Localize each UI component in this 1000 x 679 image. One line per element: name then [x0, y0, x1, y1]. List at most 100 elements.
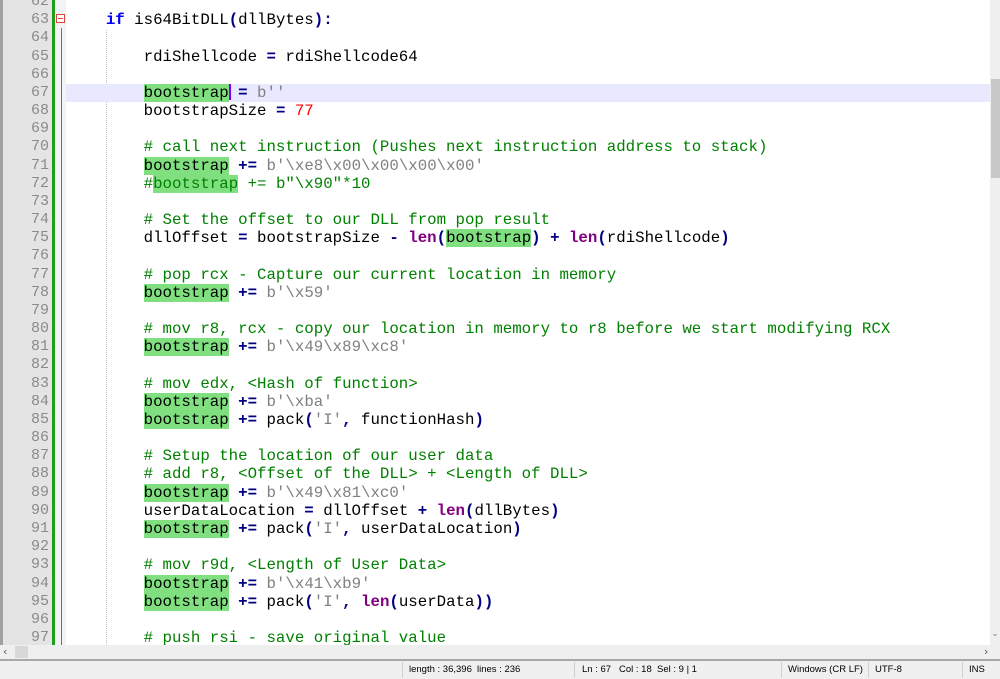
line-number: 80: [30, 320, 49, 338]
code-line[interactable]: 62: [0, 0, 990, 11]
line-code[interactable]: # Set the offset to our DLL from pop res…: [68, 211, 990, 229]
code-line[interactable]: 84 bootstrap += b'\xba': [0, 392, 990, 411]
code-line[interactable]: 89 bootstrap += b'\x49\x81\xc0': [0, 483, 990, 502]
line-code[interactable]: # push rsi - save original value: [68, 629, 990, 645]
code-line[interactable]: 79: [0, 302, 990, 320]
line-code[interactable]: [68, 66, 990, 84]
code-line[interactable]: 66: [0, 66, 990, 84]
code-line[interactable]: 82: [0, 356, 990, 374]
code-token: (: [597, 229, 607, 248]
line-code[interactable]: # mov r9d, <Length of User Data>: [68, 556, 990, 574]
status-encoding[interactable]: UTF-8: [875, 661, 902, 679]
line-code[interactable]: #bootstrap += b"\x90"*10: [68, 174, 990, 193]
line-code[interactable]: if is64BitDLL(dllBytes):: [68, 11, 990, 29]
code-line[interactable]: 96: [0, 611, 990, 629]
line-number: 68: [30, 102, 49, 120]
line-code[interactable]: bootstrap += b'\xe8\x00\x00\x00\x00': [68, 156, 990, 175]
line-code[interactable]: rdiShellcode = rdiShellcode64: [68, 48, 990, 66]
line-code[interactable]: # add r8, <Offset of the DLL> + <Length …: [68, 465, 990, 483]
code-line[interactable]: 73: [0, 193, 990, 211]
line-code[interactable]: bootstrap += b'\x59': [68, 283, 990, 302]
code-line[interactable]: 72 #bootstrap += b"\x90"*10: [0, 174, 990, 193]
line-code[interactable]: [68, 429, 990, 447]
line-code[interactable]: [68, 356, 990, 374]
line-code[interactable]: dllOffset = bootstrapSize - len(bootstra…: [68, 229, 990, 248]
line-code[interactable]: bootstrap += pack('I', functionHash): [68, 410, 990, 429]
code-line[interactable]: 80 # mov r8, rcx - copy our location in …: [0, 320, 990, 338]
code-line[interactable]: 64: [0, 29, 990, 47]
line-code[interactable]: bootstrapSize = 77: [68, 102, 990, 120]
line-code[interactable]: [68, 247, 990, 265]
code-token: ,: [342, 592, 352, 611]
vertical-scroll-thumb[interactable]: [991, 79, 1000, 178]
code-line[interactable]: 94 bootstrap += b'\x41\xb9': [0, 574, 990, 593]
code-editor[interactable]: 62 63 if is64BitDLL(dllBytes): 64 65 rdiShe…: [0, 0, 990, 645]
horizontal-scrollbar[interactable]: ‹ ›: [0, 645, 1000, 659]
code-line[interactable]: 67 bootstrap = b'': [0, 83, 990, 103]
code-line[interactable]: 74 # Set the offset to our DLL from pop …: [0, 211, 990, 229]
fold-collapse-icon[interactable]: [56, 14, 65, 23]
scroll-down-icon[interactable]: ⌄: [990, 629, 1000, 643]
line-code[interactable]: userDataLocation = dllOffset + len(dllBy…: [68, 502, 990, 520]
code-line[interactable]: 93 # mov r9d, <Length of User Data>: [0, 556, 990, 574]
horizontal-scroll-thumb[interactable]: [15, 646, 28, 658]
line-code[interactable]: [68, 29, 990, 47]
status-eol[interactable]: Windows (CR LF): [788, 661, 863, 679]
code-line[interactable]: 92: [0, 538, 990, 556]
code-lines[interactable]: 62 63 if is64BitDLL(dllBytes): 64 65 rdiShe…: [0, 0, 990, 645]
line-code[interactable]: # mov r8, rcx - copy our location in mem…: [68, 320, 990, 338]
scroll-left-icon[interactable]: ‹: [3, 645, 13, 659]
code-line[interactable]: 87 # Setup the location of our user data: [0, 447, 990, 465]
line-number: 63: [30, 11, 49, 29]
code-line[interactable]: 69: [0, 120, 990, 138]
code-token: +=: [238, 283, 258, 302]
line-code[interactable]: [68, 302, 990, 320]
code-line[interactable]: 91 bootstrap += pack('I', userDataLocati…: [0, 519, 990, 538]
scroll-right-icon[interactable]: ›: [984, 645, 996, 659]
line-code[interactable]: bootstrap += pack('I', userDataLocation): [68, 519, 990, 538]
code-token: b'\x41\xb9': [257, 574, 371, 593]
line-code[interactable]: # pop rcx - Capture our current location…: [68, 266, 990, 284]
code-line[interactable]: 85 bootstrap += pack('I', functionHash): [0, 410, 990, 429]
vertical-scrollbar[interactable]: ⌄: [990, 0, 1000, 645]
code-line[interactable]: 81 bootstrap += b'\x49\x89\xc8': [0, 338, 990, 357]
line-code[interactable]: [68, 0, 990, 11]
code-line[interactable]: 97 # push rsi - save original value: [0, 629, 990, 645]
line-code[interactable]: bootstrap += pack('I', len(userData)): [68, 592, 990, 611]
line-code[interactable]: bootstrap += b'\x41\xb9': [68, 574, 990, 593]
code-line[interactable]: 83 # mov edx, <Hash of function>: [0, 375, 990, 393]
line-code[interactable]: [68, 193, 990, 211]
line-code[interactable]: bootstrap += b'\x49\x89\xc8': [68, 338, 990, 357]
code-token: rdiShellcode: [606, 229, 721, 248]
line-number: 93: [30, 556, 49, 574]
code-line[interactable]: 63 if is64BitDLL(dllBytes):: [0, 11, 990, 29]
line-code[interactable]: [68, 611, 990, 629]
code-line[interactable]: 70 # call next instruction (Pushes next …: [0, 138, 990, 156]
code-line[interactable]: 78 bootstrap += b'\x59': [0, 283, 990, 302]
line-code[interactable]: [68, 538, 990, 556]
code-token: b'\x49\x81\xc0': [257, 483, 409, 502]
code-line[interactable]: 71 bootstrap += b'\xe8\x00\x00\x00\x00': [0, 156, 990, 175]
line-code[interactable]: # call next instruction (Pushes next ins…: [68, 138, 990, 156]
status-insert-mode[interactable]: INS: [969, 661, 985, 679]
code-line[interactable]: 65 rdiShellcode = rdiShellcode64: [0, 48, 990, 66]
line-code[interactable]: # mov edx, <Hash of function>: [68, 375, 990, 393]
line-code[interactable]: bootstrap = b'': [66, 83, 990, 103]
code-line[interactable]: 77 # pop rcx - Capture our current locat…: [0, 266, 990, 284]
code-line[interactable]: 68 bootstrapSize = 77: [0, 102, 990, 120]
line-code[interactable]: [68, 120, 990, 138]
line-code[interactable]: bootstrap += b'\x49\x81\xc0': [68, 483, 990, 502]
code-line[interactable]: 86: [0, 429, 990, 447]
code-token: rdiShellcode: [68, 47, 267, 66]
code-line[interactable]: 95 bootstrap += pack('I', len(userData)): [0, 592, 990, 611]
code-line[interactable]: 90 userDataLocation = dllOffset + len(dl…: [0, 502, 990, 520]
code-line[interactable]: 88 # add r8, <Offset of the DLL> + <Leng…: [0, 465, 990, 483]
line-code[interactable]: # Setup the location of our user data: [68, 447, 990, 465]
code-line[interactable]: 75 dllOffset = bootstrapSize - len(boots…: [0, 229, 990, 248]
code-line[interactable]: 76: [0, 247, 990, 265]
highlighted-match: bootstrap: [143, 83, 229, 102]
line-code[interactable]: bootstrap += b'\xba': [68, 392, 990, 411]
